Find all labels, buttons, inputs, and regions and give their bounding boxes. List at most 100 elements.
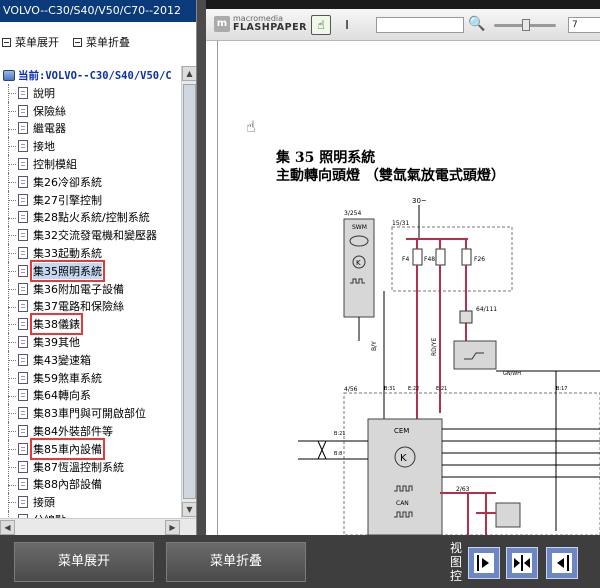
- tree-item[interactable]: 控制模組: [0, 155, 181, 173]
- tree-item[interactable]: 集64轉向系: [0, 386, 181, 405]
- document-icon: [18, 371, 28, 384]
- bottom-bar: 菜单展开 菜单折叠 视图控: [0, 535, 600, 588]
- tree-item[interactable]: 集83車門與可開啟部位: [0, 404, 181, 423]
- document-icon: [18, 140, 28, 153]
- zoom-field[interactable]: 7: [568, 17, 600, 33]
- tree-item[interactable]: 集87恆溫控制系統: [0, 457, 181, 476]
- f26-label: F26: [474, 256, 485, 263]
- tree-item[interactable]: 集26冷卻系統: [0, 172, 181, 191]
- scroll-down-arrow-icon[interactable]: ▼: [182, 502, 196, 517]
- collapse-menu-button[interactable]: 菜单折叠: [166, 542, 306, 582]
- document-icon: [18, 211, 28, 224]
- document-icon: [18, 122, 28, 135]
- tree-item[interactable]: 集27引擎控制: [0, 190, 181, 209]
- flashpaper-logo: m macromedia FLASHPAPER: [214, 15, 307, 33]
- document-viewer: m macromedia FLASHPAPER ☝ I 🔍 7 ☝ 集 35 照…: [206, 0, 600, 535]
- computer-icon: [3, 69, 15, 81]
- text-cursor-icon: I: [345, 18, 349, 32]
- tree-item[interactable]: 保險絲: [0, 101, 181, 120]
- tree-item[interactable]: 集32交流發電機和變壓器: [0, 226, 181, 245]
- tree-item[interactable]: 集39其他: [0, 333, 181, 351]
- collapse-menu-link[interactable]: 菜单折叠: [73, 34, 130, 50]
- view-left-button[interactable]: [468, 547, 500, 579]
- tree-item[interactable]: 集84外裝部件等: [0, 422, 181, 440]
- expand-menu-button[interactable]: 菜单展开: [14, 542, 154, 582]
- hand-cursor-icon: ☝: [246, 117, 256, 136]
- fuse-f26: [461, 248, 472, 266]
- scroll-up-arrow-icon[interactable]: ▲: [182, 66, 196, 81]
- scrollbar-thumb[interactable]: [183, 84, 196, 499]
- tree-item-label: 繼電器: [33, 122, 66, 136]
- horizontal-scrollbar[interactable]: ◀ ▶: [0, 518, 196, 535]
- tree-item[interactable]: 接頭: [0, 493, 181, 512]
- document-page: ☝ 集 35 照明系統 主動轉向頭燈 （雙氙氣放電式頭燈） 30~ 3/254 …: [206, 41, 600, 535]
- expand-menu-link[interactable]: 菜单展开: [2, 34, 59, 50]
- tree-item[interactable]: 集59煞車系統: [0, 368, 181, 387]
- tree-item[interactable]: 集38儀錶: [0, 313, 181, 336]
- scroll-right-arrow-icon[interactable]: ▶: [165, 520, 180, 535]
- tree-item[interactable]: 集43變速箱: [0, 350, 181, 369]
- collapse-icon: [73, 37, 82, 47]
- swm-code: 3/254: [344, 210, 361, 217]
- document-icon: [18, 353, 28, 366]
- tree-item-label: 集87恆溫控制系統: [33, 460, 124, 474]
- split-icon: [514, 555, 530, 571]
- b17-label: B:17: [556, 386, 567, 392]
- tree-item[interactable]: 說明: [0, 84, 181, 102]
- document-icon: [18, 496, 28, 509]
- find-input[interactable]: [376, 17, 464, 33]
- wiring-diagram: 30~ 3/254 SWM K 15/31 F4 F48 F26 64/111 …: [298, 197, 600, 535]
- fuse-f4: [412, 248, 423, 266]
- arrow-left-icon: [557, 555, 569, 571]
- document-icon: [18, 336, 28, 349]
- text-select-button[interactable]: I: [337, 15, 357, 35]
- fuse-box-code: 15/31: [392, 220, 409, 227]
- scroll-left-arrow-icon[interactable]: ◀: [0, 520, 15, 535]
- can-label: CAN: [396, 500, 409, 507]
- vertical-scrollbar[interactable]: ▲ ▼: [181, 66, 196, 518]
- tree-item-label: 集37電路和保險絲: [33, 300, 124, 314]
- arrow-right-icon: [477, 555, 489, 571]
- tree-item[interactable]: 集37電路和保險絲: [0, 297, 181, 316]
- swm-label: SWM: [352, 224, 367, 231]
- tree-item-label: 保險絲: [33, 104, 66, 118]
- e22-label: E:22: [408, 386, 419, 392]
- tree-item-label: 集26冷卻系統: [33, 175, 102, 189]
- document-icon: [18, 425, 28, 438]
- collapse-menu-label: 菜单折叠: [86, 36, 130, 49]
- tree-item[interactable]: 集35照明系統: [0, 259, 181, 282]
- tree-item-label: 接地: [33, 140, 55, 154]
- tree-item[interactable]: 集88內部設備: [0, 475, 181, 494]
- conn-263-label: 2/63: [456, 486, 470, 493]
- tree-item-label: 集36附加電子設備: [33, 282, 124, 296]
- document-subtitle: 主動轉向頭燈 （雙氙氣放電式頭燈）: [276, 168, 505, 184]
- tree-item[interactable]: 集33起動系統: [0, 244, 181, 262]
- tree-root[interactable]: 当前:VOLVO--C30/S40/V50/C: [0, 66, 181, 84]
- document-icon: [18, 478, 28, 491]
- flashpaper-toolbar: m macromedia FLASHPAPER ☝ I 🔍 7: [206, 9, 600, 41]
- tree-item[interactable]: 集28點火系統/控制系統: [0, 208, 181, 227]
- tree-item-label: 集83車門與可開啟部位: [33, 407, 146, 421]
- tree-item[interactable]: 繼電器: [0, 119, 181, 138]
- tree-item[interactable]: 集85車內設備: [0, 437, 181, 460]
- hand-tool-button[interactable]: ☝: [311, 15, 331, 35]
- cem-label: CEM: [394, 427, 409, 435]
- tree-item[interactable]: 集36附加電子設備: [0, 279, 181, 298]
- tree-item-label: 說明: [33, 86, 55, 100]
- tree-item[interactable]: 接地: [0, 137, 181, 156]
- tree-item-label: 集32交流發電機和變壓器: [33, 229, 157, 243]
- fuse-box: [391, 226, 513, 292]
- app-window: VOLVO--C30/S40/V50/C70--2012 菜单展开 菜单折叠 当…: [0, 0, 600, 588]
- tree-item-label: 集84外裝部件等: [33, 425, 113, 439]
- search-icon[interactable]: 🔍: [468, 16, 485, 32]
- document-icon: [18, 282, 28, 295]
- view-center-button[interactable]: [506, 547, 538, 579]
- view-right-button[interactable]: [546, 547, 578, 579]
- tree-item-label: 控制模組: [33, 158, 77, 172]
- cem-module: [367, 418, 443, 535]
- zoom-slider-thumb[interactable]: [522, 19, 530, 31]
- logo-line2: FLASHPAPER: [233, 22, 307, 33]
- menu-panel-title: VOLVO--C30/S40/V50/C70--2012: [0, 0, 196, 22]
- wire-rdye-label: RD/YE: [431, 338, 438, 356]
- svg-text:K: K: [356, 259, 361, 267]
